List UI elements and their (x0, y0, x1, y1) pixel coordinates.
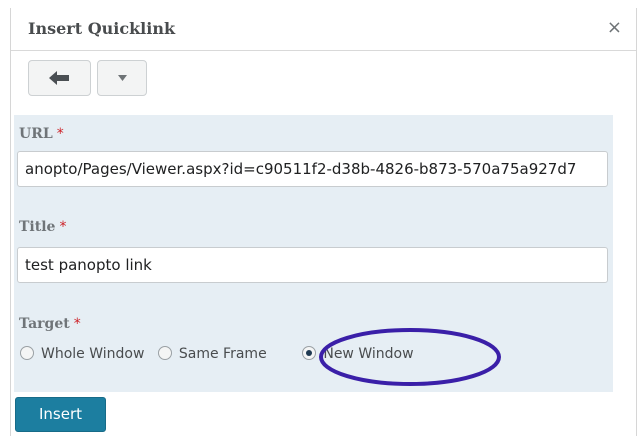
radio-circle[interactable] (157, 346, 172, 360)
radio-label: New Window (323, 346, 414, 362)
close-button[interactable]: × (607, 17, 622, 38)
radio-same-frame[interactable]: Same Frame (157, 346, 272, 362)
dialog-header: Insert Quicklink × (11, 8, 636, 51)
dialog-title: Insert Quicklink (28, 19, 176, 38)
radio-new-window[interactable]: New Window (302, 346, 414, 362)
required-marker: * (73, 316, 81, 332)
back-arrow-icon (49, 71, 69, 85)
url-value: anopto/Pages/Viewer.aspx?id=c90511f2-d38… (25, 160, 577, 178)
radio-whole-window[interactable]: Whole Window (20, 346, 144, 362)
toolbar (11, 51, 636, 117)
target-radio-group: Whole Window Same Frame New Window (20, 346, 423, 368)
title-input[interactable]: test panopto link (17, 247, 608, 283)
radio-label: Same Frame (178, 346, 267, 362)
quicklink-form: URL * anopto/Pages/Viewer.aspx?id=c90511f… (14, 115, 613, 392)
title-label: Title * (19, 219, 67, 235)
insert-button[interactable]: Insert (15, 397, 106, 432)
radio-label: Whole Window (41, 346, 145, 362)
caret-down-icon (118, 75, 127, 81)
required-marker: * (59, 219, 67, 235)
required-marker: * (56, 126, 64, 142)
more-options-button[interactable] (97, 60, 147, 96)
target-label: Target * (19, 316, 81, 332)
back-button[interactable] (28, 60, 91, 96)
url-label: URL * (19, 126, 64, 142)
radio-circle[interactable] (302, 346, 317, 360)
title-value: test panopto link (25, 256, 152, 274)
radio-circle[interactable] (20, 346, 34, 360)
url-input[interactable]: anopto/Pages/Viewer.aspx?id=c90511f2-d38… (17, 151, 608, 187)
